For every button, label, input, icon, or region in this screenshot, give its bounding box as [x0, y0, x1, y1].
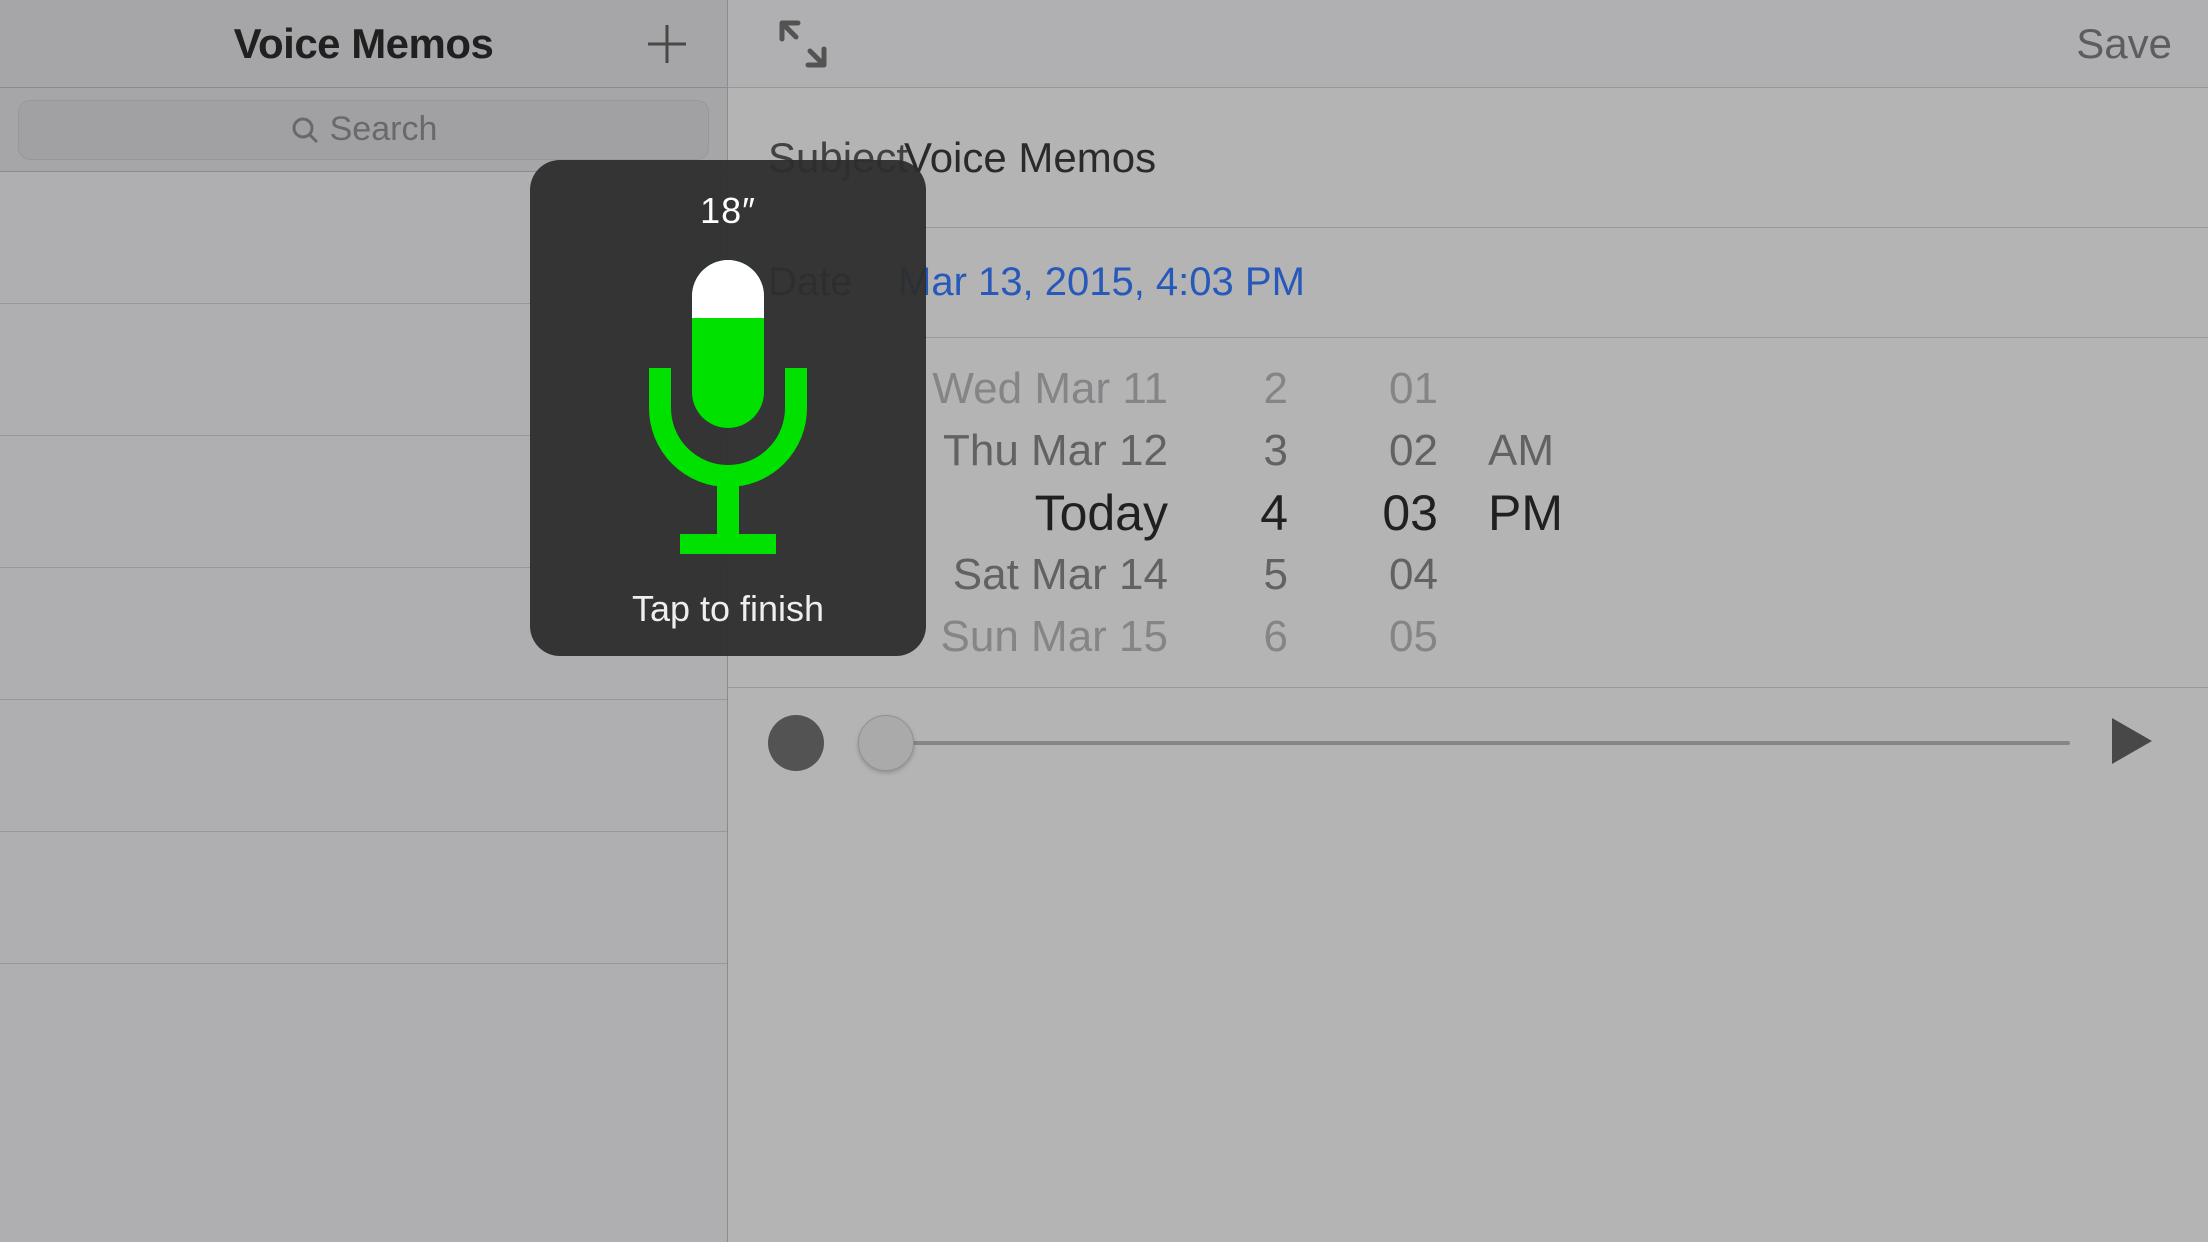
mic-icon-wrap — [628, 232, 828, 588]
dim-overlay — [0, 0, 2208, 1242]
recording-modal[interactable]: 18″ Tap to finish — [530, 160, 926, 656]
recording-duration: 18″ — [700, 190, 756, 232]
recording-hint: Tap to finish — [632, 588, 824, 630]
microphone-icon — [628, 250, 828, 570]
app-root: Voice Memos Search — [0, 0, 2208, 1242]
